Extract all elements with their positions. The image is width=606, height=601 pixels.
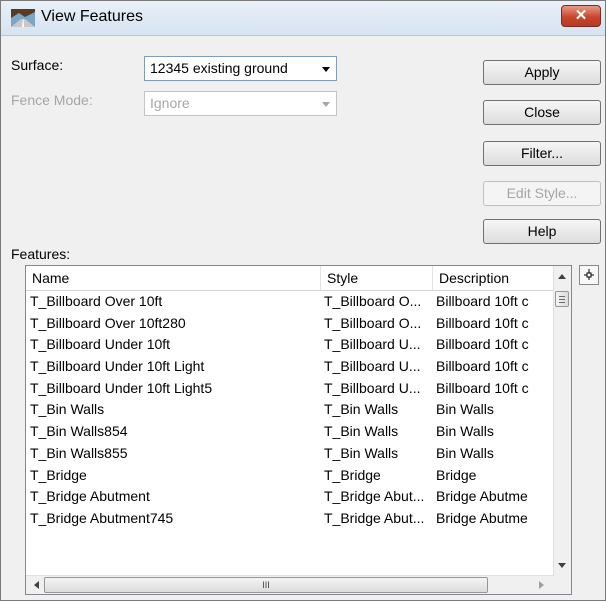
scroll-up-icon[interactable] bbox=[558, 274, 566, 279]
cell-description: Bridge Abutme bbox=[436, 509, 528, 526]
apply-button[interactable]: Apply bbox=[483, 60, 601, 85]
features-list[interactable]: Name Style Description T_Billboard Over … bbox=[25, 265, 572, 595]
cell-description: Bin Walls bbox=[436, 444, 494, 461]
chevron-down-icon bbox=[322, 67, 330, 72]
fence-mode-value: Ignore bbox=[150, 95, 190, 111]
table-row[interactable]: T_Bridge Abutment745 T_Bridge Abut... Brid… bbox=[26, 508, 554, 530]
cell-style: T_Billboard O... bbox=[324, 293, 422, 309]
title-bar[interactable]: View Features ✕ bbox=[1, 1, 605, 36]
cell-name: T_Bridge bbox=[30, 466, 87, 483]
road-landscape-icon bbox=[11, 9, 35, 27]
cell-style: T_Billboard U... bbox=[324, 336, 421, 353]
pin-icon bbox=[584, 269, 594, 280]
horizontal-scroll-thumb[interactable]: III bbox=[44, 577, 488, 593]
column-header-name[interactable]: Name bbox=[26, 266, 321, 290]
grip-line bbox=[559, 302, 565, 303]
cell-style: T_Bin Walls bbox=[324, 444, 399, 461]
scroll-right-icon[interactable] bbox=[539, 581, 544, 589]
surface-value: 12345 existing ground bbox=[150, 60, 288, 76]
pin-button[interactable] bbox=[579, 265, 599, 285]
vertical-scrollbar[interactable] bbox=[553, 266, 571, 576]
table-row[interactable]: T_Bin Walls T_Bin Walls Bin Walls bbox=[26, 399, 554, 421]
grip-line bbox=[559, 296, 565, 297]
cell-name: T_Bin Walls bbox=[30, 401, 105, 418]
cell-name: T_Billboard Under 10ft Light5 bbox=[30, 379, 213, 396]
features-label: Features: bbox=[11, 246, 71, 262]
table-row[interactable]: T_Billboard Under 10ft Light T_Billboard … bbox=[26, 356, 554, 378]
cell-style: T_Bridge Abut... bbox=[324, 488, 425, 505]
chevron-down-icon bbox=[322, 102, 330, 107]
table-row[interactable]: T_Bin Walls854 T_Bin Walls Bin Walls bbox=[26, 421, 554, 443]
table-row[interactable]: T_Bridge Abutment T_Bridge Abut... Bridge … bbox=[26, 486, 554, 508]
fence-mode-dropdown: Ignore bbox=[144, 91, 337, 116]
cell-description: Billboard 10ft c bbox=[436, 336, 529, 353]
column-header-style[interactable]: Style bbox=[321, 266, 433, 290]
table-row[interactable]: T_Billboard Over 10ft280 T_Billboard O...… bbox=[26, 313, 554, 335]
fence-mode-label: Fence Mode: bbox=[11, 92, 93, 108]
cell-description: Bridge Abutme bbox=[436, 488, 528, 505]
list-rows: T_Billboard Over 10ft T_Billboard O... Bil… bbox=[26, 291, 554, 530]
cell-style: T_Bridge Abut... bbox=[324, 509, 425, 526]
cell-style: T_Billboard O... bbox=[324, 314, 422, 331]
cell-style: T_Bridge bbox=[324, 466, 381, 483]
table-row[interactable]: T_Billboard Under 10ft T_Billboard U... Bi… bbox=[26, 334, 554, 356]
close-icon: ✕ bbox=[574, 7, 588, 24]
view-features-window: View Features ✕ Surface: 12345 existing … bbox=[0, 0, 606, 601]
cell-description: Billboard 10ft c bbox=[436, 293, 529, 309]
filter-button[interactable]: Filter... bbox=[483, 141, 601, 166]
table-row[interactable]: T_Bin Walls855 T_Bin Walls Bin Walls bbox=[26, 443, 554, 465]
cell-name: T_Billboard Under 10ft bbox=[30, 336, 171, 353]
table-row[interactable]: T_Billboard Under 10ft Light5 T_Billboard… bbox=[26, 378, 554, 400]
window-title: View Features bbox=[41, 8, 143, 25]
cell-description: Bridge bbox=[436, 466, 477, 483]
cell-style: T_Billboard U... bbox=[324, 358, 421, 375]
cell-name: T_Bridge Abutment745 bbox=[30, 509, 174, 526]
cell-description: Bin Walls bbox=[436, 423, 494, 440]
cell-description: Billboard 10ft c bbox=[436, 379, 529, 396]
table-row[interactable]: T_Bridge T_Bridge Bridge bbox=[26, 465, 554, 487]
surface-label: Surface: bbox=[11, 57, 64, 73]
table-row[interactable]: T_Billboard Over 10ft T_Billboard O... Bil… bbox=[26, 291, 554, 313]
cell-description: Billboard 10ft c bbox=[436, 358, 529, 375]
cell-name: T_Bin Walls854 bbox=[30, 423, 128, 440]
horizontal-scrollbar[interactable]: III bbox=[26, 575, 554, 594]
scroll-left-icon[interactable] bbox=[34, 581, 39, 589]
cell-name: T_Billboard Under 10ft Light bbox=[30, 358, 205, 375]
close-window-button[interactable]: ✕ bbox=[561, 5, 601, 27]
edit-style-button: Edit Style... bbox=[483, 181, 601, 206]
cell-style: T_Bin Walls bbox=[324, 401, 399, 418]
surface-dropdown[interactable]: 12345 existing ground bbox=[144, 56, 337, 81]
cell-style: T_Billboard U... bbox=[324, 379, 421, 396]
cell-style: T_Bin Walls bbox=[324, 423, 399, 440]
cell-name: T_Billboard Over 10ft bbox=[30, 293, 163, 309]
cell-name: T_Billboard Over 10ft280 bbox=[30, 314, 186, 331]
scroll-down-icon[interactable] bbox=[558, 563, 566, 568]
cell-name: T_Bridge Abutment bbox=[30, 488, 150, 505]
vertical-scroll-thumb[interactable] bbox=[555, 291, 569, 307]
column-header-description[interactable]: Description bbox=[433, 266, 554, 290]
scrollbar-corner bbox=[554, 576, 571, 594]
close-button[interactable]: Close bbox=[483, 100, 601, 125]
list-header: Name Style Description bbox=[26, 266, 554, 291]
help-button[interactable]: Help bbox=[483, 219, 601, 244]
cell-description: Billboard 10ft c bbox=[436, 314, 529, 331]
cell-description: Bin Walls bbox=[436, 401, 494, 418]
cell-name: T_Bin Walls855 bbox=[30, 444, 128, 461]
grip-line bbox=[559, 299, 565, 300]
